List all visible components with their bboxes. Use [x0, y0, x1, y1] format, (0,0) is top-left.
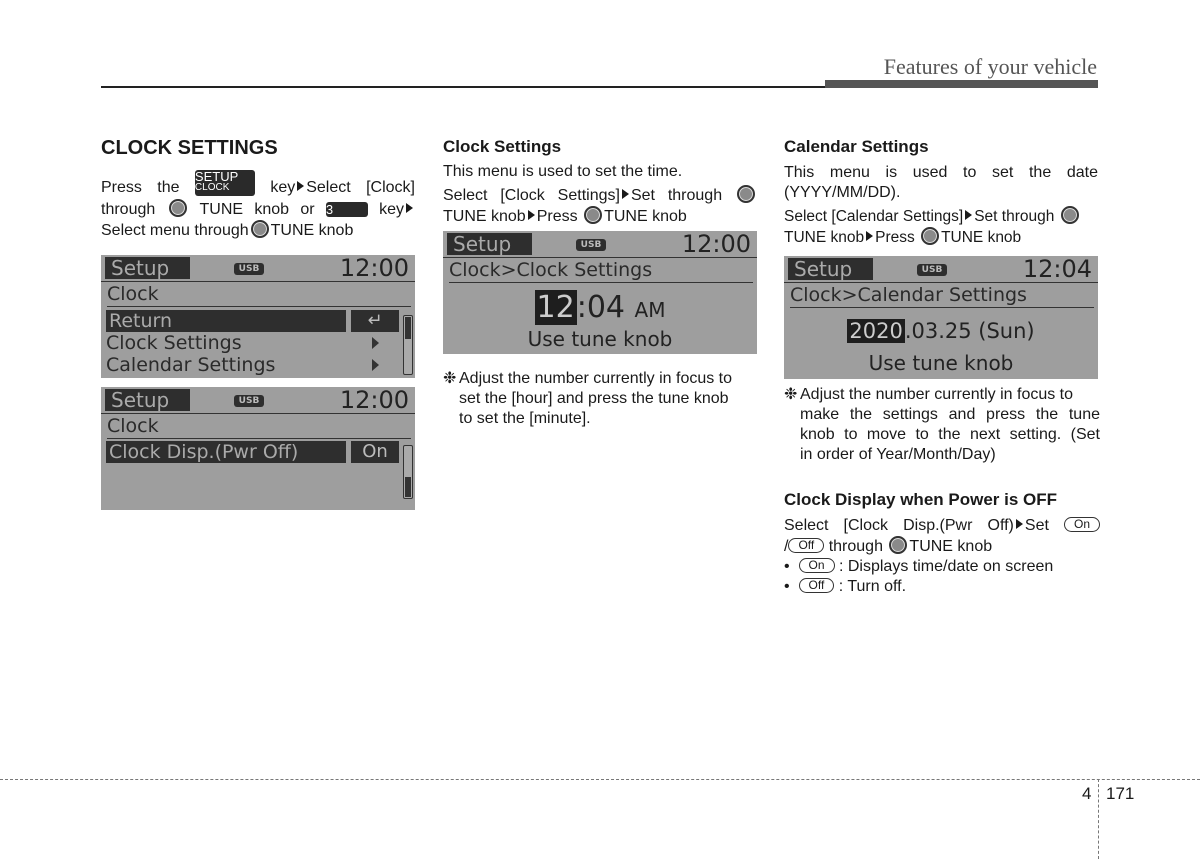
off-button-icon: Off — [788, 538, 825, 553]
clock-settings-heading: Clock Settings — [443, 137, 562, 156]
list-item: • On : Displays time/date on screen — [784, 558, 1054, 575]
minute-field[interactable]: 04 — [587, 290, 625, 325]
lcd-hint: Use tune knob — [527, 327, 673, 351]
scrollbar-thumb[interactable] — [405, 317, 411, 339]
lcd-setup-label: Setup — [788, 258, 873, 280]
tune-knob-icon — [921, 227, 940, 245]
footer-divider — [1098, 779, 1099, 859]
lcd-status-bar: Setup USB 12:00 — [443, 231, 757, 258]
ampm-field: AM — [634, 298, 666, 322]
usb-icon: USB — [576, 239, 606, 251]
year-field[interactable]: 2020 — [847, 319, 905, 343]
clock-disp-value[interactable]: On — [351, 441, 399, 463]
number-3-key-icon: 3 — [325, 202, 368, 218]
chevron-right-icon — [372, 359, 379, 371]
arrow-right-icon — [1015, 519, 1023, 529]
clock-settings-note: ❉ Adjust the number currently in focus to… — [443, 370, 733, 427]
calendar-settings-instructions: Select [Calendar Settings] Set through TU… — [784, 206, 1098, 248]
bullet: • — [784, 578, 790, 595]
calendar-settings-heading: Calendar Settings — [784, 137, 929, 156]
lcd-setup-label: Setup — [105, 389, 190, 411]
lcd-menu-title: Clock — [107, 281, 411, 307]
scrollbar[interactable] — [403, 315, 413, 375]
on-button-icon: On — [1064, 517, 1101, 532]
usb-icon: USB — [917, 264, 947, 276]
off-button-icon: Off — [798, 578, 835, 593]
text: Press the — [101, 179, 180, 196]
clock-display-off-heading: Clock Display when Power is OFF — [784, 490, 1058, 509]
usb-icon: USB — [234, 395, 264, 407]
scrollbar[interactable] — [403, 445, 413, 499]
lcd-menu-title: Clock — [107, 413, 411, 439]
menu-item-return[interactable]: Return — [106, 310, 346, 332]
lcd-status-bar: Setup USB 12:04 — [784, 256, 1098, 283]
lcd-status-bar: Setup USB 12:00 — [101, 255, 415, 282]
lcd-time: 12:00 — [339, 387, 409, 414]
tune-knob-icon — [737, 185, 755, 203]
menu-item-calendar-settings[interactable]: Calendar Settings — [106, 354, 275, 376]
month-day-field[interactable]: .03.25 (Sun) — [905, 319, 1035, 343]
bullet: • — [784, 558, 790, 575]
running-header: Features of your vehicle — [883, 54, 1097, 79]
tune-knob-icon — [889, 536, 908, 554]
clock-display-off-instructions: Select [Clock Disp.(Pwr Off) Set On / Off … — [784, 516, 1101, 597]
lcd-menu-title: Clock>Calendar Settings — [790, 282, 1094, 308]
date-setting-display: 2020.03.25 (Sun) — [784, 319, 1098, 343]
chevron-right-icon — [372, 337, 379, 349]
arrow-right-icon — [527, 210, 535, 220]
arrow-right-icon — [866, 231, 874, 241]
lcd-hint: Use tune knob — [868, 351, 1014, 375]
lcd-screen-calendar-settings: Setup USB 12:04 Clock>Calendar Settings … — [784, 256, 1098, 379]
clock-settings-instructions: Select [Clock Settings] Set through TUNE … — [443, 185, 757, 227]
calendar-settings-note: ❉ Adjust the number currently in focus to… — [784, 386, 1100, 463]
return-icon[interactable]: ↵ — [351, 310, 399, 332]
col1-instructions: Press the SETUP CLOCK key Select [Clock] … — [101, 168, 415, 239]
menu-item-clock-disp[interactable]: Clock Disp.(Pwr Off) — [106, 441, 346, 463]
tune-knob-icon — [1060, 206, 1079, 224]
note-icon: ❉ — [443, 370, 457, 387]
usb-icon: USB — [234, 263, 264, 275]
on-button-icon: On — [798, 558, 835, 573]
chapter-number: 4 — [1082, 784, 1092, 803]
page-number: 171 — [1106, 784, 1135, 803]
calendar-settings-desc: This menu is used to set the date (YYYY/… — [784, 164, 1098, 201]
section-heading: CLOCK SETTINGS — [101, 137, 278, 159]
scrollbar-thumb[interactable] — [405, 477, 411, 497]
hour-field[interactable]: 12 — [534, 290, 577, 325]
lcd-time: 12:00 — [339, 255, 409, 282]
lcd-time: 12:00 — [681, 231, 751, 258]
note-icon: ❉ — [784, 386, 798, 403]
menu-item-clock-settings[interactable]: Clock Settings — [106, 332, 242, 354]
list-item: • Off : Turn off. — [784, 578, 907, 595]
footer-rule — [0, 779, 1200, 780]
lcd-status-bar: Setup USB 12:00 — [101, 387, 415, 414]
lcd-setup-label: Setup — [447, 233, 532, 255]
tune-knob-icon — [584, 206, 603, 224]
header-rule — [101, 86, 825, 88]
setup-clock-key-icon: SETUP CLOCK — [194, 169, 255, 196]
lcd-setup-label: Setup — [105, 257, 190, 279]
lcd-screen-clock-menu: Setup USB 12:00 Clock Return ↵ Clock Set… — [101, 255, 415, 378]
arrow-right-icon — [297, 181, 305, 191]
arrow-right-icon — [621, 189, 629, 199]
arrow-right-icon — [406, 203, 414, 213]
clock-settings-desc: This menu is used to set the time. — [443, 163, 683, 180]
tune-knob-icon — [168, 199, 187, 217]
lcd-time: 12:04 — [1022, 256, 1092, 283]
lcd-menu-title: Clock>Clock Settings — [449, 257, 753, 283]
header-bar — [825, 80, 1098, 88]
lcd-screen-clock-settings: Setup USB 12:00 Clock>Clock Settings 12:… — [443, 231, 757, 354]
time-setting-display: 12:04 AM — [534, 290, 666, 325]
lcd-screen-clock-disp: Setup USB 12:00 Clock Clock Disp.(Pwr Of… — [101, 387, 415, 510]
tune-knob-icon — [250, 220, 269, 238]
arrow-right-icon — [965, 210, 973, 220]
